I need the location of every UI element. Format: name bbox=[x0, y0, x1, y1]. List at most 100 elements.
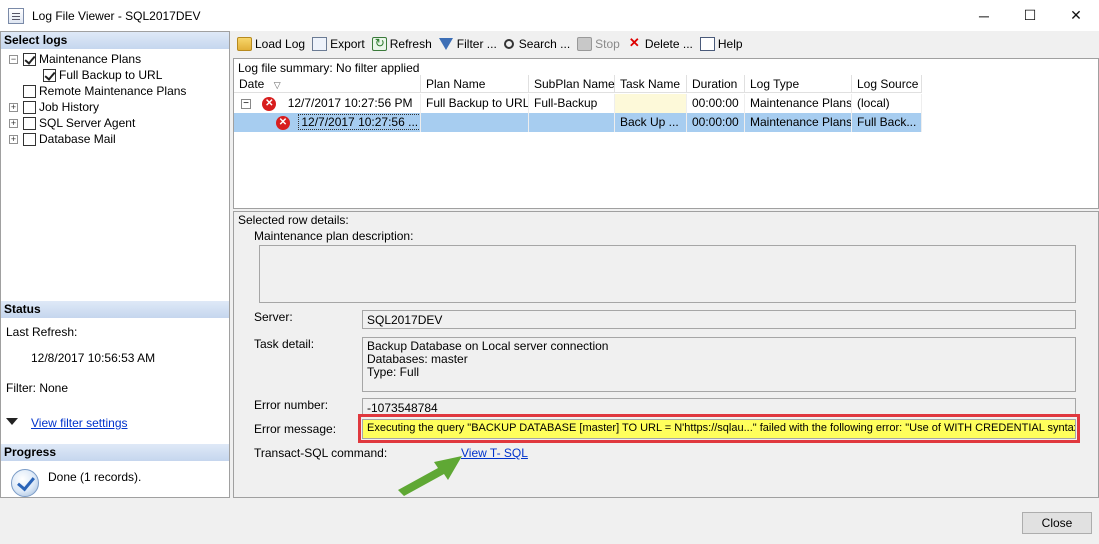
export-button[interactable]: Export bbox=[312, 36, 365, 51]
column-header-subplan-name[interactable]: SubPlan Name bbox=[529, 75, 615, 93]
progress-header: Progress bbox=[1, 444, 229, 461]
filter-button[interactable]: Filter ... bbox=[438, 36, 497, 51]
help-label: Help bbox=[717, 36, 743, 51]
tree-item-database-mail[interactable]: + Database Mail bbox=[9, 131, 116, 147]
tree-item-sql-server-agent[interactable]: + SQL Server Agent bbox=[9, 115, 135, 131]
help-button[interactable]: Help bbox=[699, 36, 743, 51]
date-cell: − ✕ 12/7/2017 10:27:56 PM bbox=[234, 94, 421, 113]
view-filter-settings-link[interactable]: View filter settings bbox=[31, 416, 128, 430]
sort-filter-icon: ▽ bbox=[273, 80, 281, 90]
task-detail-line: Backup Database on Local server connecti… bbox=[367, 339, 609, 353]
checkbox-maintenance-plans[interactable] bbox=[23, 52, 36, 66]
window-title: Log File Viewer - SQL2017DEV bbox=[32, 8, 201, 23]
column-header-duration[interactable]: Duration bbox=[687, 75, 745, 93]
refresh-label: Refresh bbox=[389, 36, 432, 51]
selected-row-details: Selected row details: Maintenance plan d… bbox=[233, 211, 1099, 498]
last-refresh-value: 12/8/2017 10:56:53 AM bbox=[31, 351, 156, 365]
title-bar: Log File Viewer - SQL2017DEV ─ ☐ ✕ bbox=[0, 0, 1099, 31]
description-field[interactable] bbox=[259, 245, 1076, 303]
description-label: Maintenance plan description: bbox=[254, 229, 414, 243]
column-header-log-type[interactable]: Log Type bbox=[745, 75, 852, 93]
duration-cell: 00:00:00 bbox=[687, 94, 745, 113]
table-row[interactable]: − ✕ 12/7/2017 10:27:56 PM Full Backup to… bbox=[234, 94, 922, 113]
column-header-date[interactable]: Date ▽ bbox=[234, 75, 421, 93]
collapse-row-icon[interactable]: − bbox=[241, 98, 251, 109]
table-row-selected[interactable]: ✕ 12/7/2017 10:27:56 ... Back Up ... 00:… bbox=[234, 113, 922, 132]
filter-label: Filter ... bbox=[456, 36, 497, 51]
date-cell: ✕ 12/7/2017 10:27:56 ... bbox=[234, 113, 421, 132]
error-icon: ✕ bbox=[276, 115, 290, 130]
load-log-button[interactable]: Load Log bbox=[237, 36, 306, 51]
toolbar: Load Log Export Refresh Filter ... Searc… bbox=[233, 31, 1099, 56]
collapse-icon[interactable]: − bbox=[9, 54, 18, 64]
tree-item-label: Maintenance Plans bbox=[39, 52, 142, 66]
log-source-cell: Full Back... bbox=[852, 113, 922, 132]
column-header-plan-name[interactable]: Plan Name bbox=[421, 75, 529, 93]
delete-x-icon: ✕ bbox=[628, 34, 640, 50]
search-button[interactable]: Search ... bbox=[503, 37, 570, 51]
task-detail-line: Type: Full bbox=[367, 365, 420, 379]
column-header-task-name[interactable]: Task Name bbox=[615, 75, 687, 93]
log-type-cell: Maintenance Plans bbox=[745, 113, 852, 132]
expand-icon[interactable]: + bbox=[9, 118, 18, 128]
export-icon bbox=[312, 36, 328, 51]
left-pane: Select logs − Maintenance Plans Full Bac… bbox=[0, 31, 230, 498]
select-logs-header: Select logs bbox=[1, 32, 229, 49]
tree-item-maintenance-plans[interactable]: − Maintenance Plans bbox=[9, 51, 141, 67]
error-message-label: Error message: bbox=[254, 422, 337, 436]
column-header-label: Date bbox=[239, 77, 265, 91]
expand-icon[interactable]: + bbox=[9, 134, 18, 144]
task-name-cell bbox=[615, 94, 687, 113]
error-icon: ✕ bbox=[262, 96, 277, 111]
stop-label: Stop bbox=[595, 36, 620, 51]
log-source-cell: (local) bbox=[852, 94, 922, 113]
refresh-icon bbox=[371, 36, 387, 51]
close-window-button[interactable]: ✕ bbox=[1053, 0, 1099, 31]
duration-cell: 00:00:00 bbox=[687, 113, 745, 132]
tree-item-label: Job History bbox=[39, 100, 100, 114]
server-field[interactable]: SQL2017DEV bbox=[362, 310, 1076, 329]
checkbox-full-backup[interactable] bbox=[43, 68, 56, 82]
server-label: Server: bbox=[254, 310, 293, 324]
checkbox-database-mail[interactable] bbox=[23, 132, 36, 146]
row-date: 12/7/2017 10:27:56 ... bbox=[298, 114, 420, 130]
tree-item-job-history[interactable]: + Job History bbox=[9, 99, 99, 115]
subplan-name-cell bbox=[529, 113, 615, 132]
tree-item-remote-maintenance-plans[interactable]: Remote Maintenance Plans bbox=[23, 83, 186, 99]
task-name-cell: Back Up ... bbox=[615, 113, 687, 132]
log-tree: − Maintenance Plans Full Backup to URL R… bbox=[1, 49, 229, 301]
error-number-label: Error number: bbox=[254, 398, 329, 412]
export-label: Export bbox=[330, 36, 365, 51]
checkbox-job-history[interactable] bbox=[23, 100, 36, 114]
task-detail-line: Databases: master bbox=[367, 352, 468, 366]
log-summary-panel: Log file summary: No filter applied Date… bbox=[233, 58, 1099, 209]
funnel-icon bbox=[438, 37, 453, 50]
log-viewer-icon bbox=[8, 7, 24, 24]
stop-button[interactable]: Stop bbox=[577, 36, 620, 51]
refresh-button[interactable]: Refresh bbox=[371, 36, 432, 51]
delete-button[interactable]: ✕ Delete ... bbox=[627, 34, 693, 51]
error-message-field[interactable]: Executing the query "BACKUP DATABASE [ma… bbox=[362, 419, 1076, 439]
close-button[interactable]: Close bbox=[1022, 512, 1092, 534]
details-header: Selected row details: bbox=[238, 213, 349, 227]
checkbox-remote-plans[interactable] bbox=[23, 84, 36, 98]
tree-item-label: Full Backup to URL bbox=[59, 68, 163, 82]
log-type-cell: Maintenance Plans bbox=[745, 94, 852, 113]
status-section: Last Refresh: 12/8/2017 10:56:53 AM Filt… bbox=[1, 318, 229, 444]
folder-open-icon bbox=[237, 36, 252, 51]
tree-item-full-backup[interactable]: Full Backup to URL bbox=[43, 67, 162, 83]
tree-item-label: Database Mail bbox=[39, 132, 116, 146]
expand-icon[interactable]: + bbox=[9, 102, 18, 112]
column-header-log-source[interactable]: Log Source bbox=[852, 75, 922, 93]
filter-icon bbox=[6, 418, 18, 425]
search-icon bbox=[503, 38, 514, 49]
tree-item-label: SQL Server Agent bbox=[39, 116, 136, 130]
log-summary-text: Log file summary: No filter applied bbox=[238, 61, 420, 75]
load-log-label: Load Log bbox=[255, 36, 306, 51]
done-check-icon bbox=[11, 469, 39, 497]
task-detail-field[interactable]: Backup Database on Local server connecti… bbox=[362, 337, 1076, 392]
checkbox-sql-agent[interactable] bbox=[23, 116, 36, 130]
task-detail-label: Task detail: bbox=[254, 337, 315, 351]
maximize-button[interactable]: ☐ bbox=[1007, 0, 1053, 31]
minimize-button[interactable]: ─ bbox=[961, 0, 1007, 31]
